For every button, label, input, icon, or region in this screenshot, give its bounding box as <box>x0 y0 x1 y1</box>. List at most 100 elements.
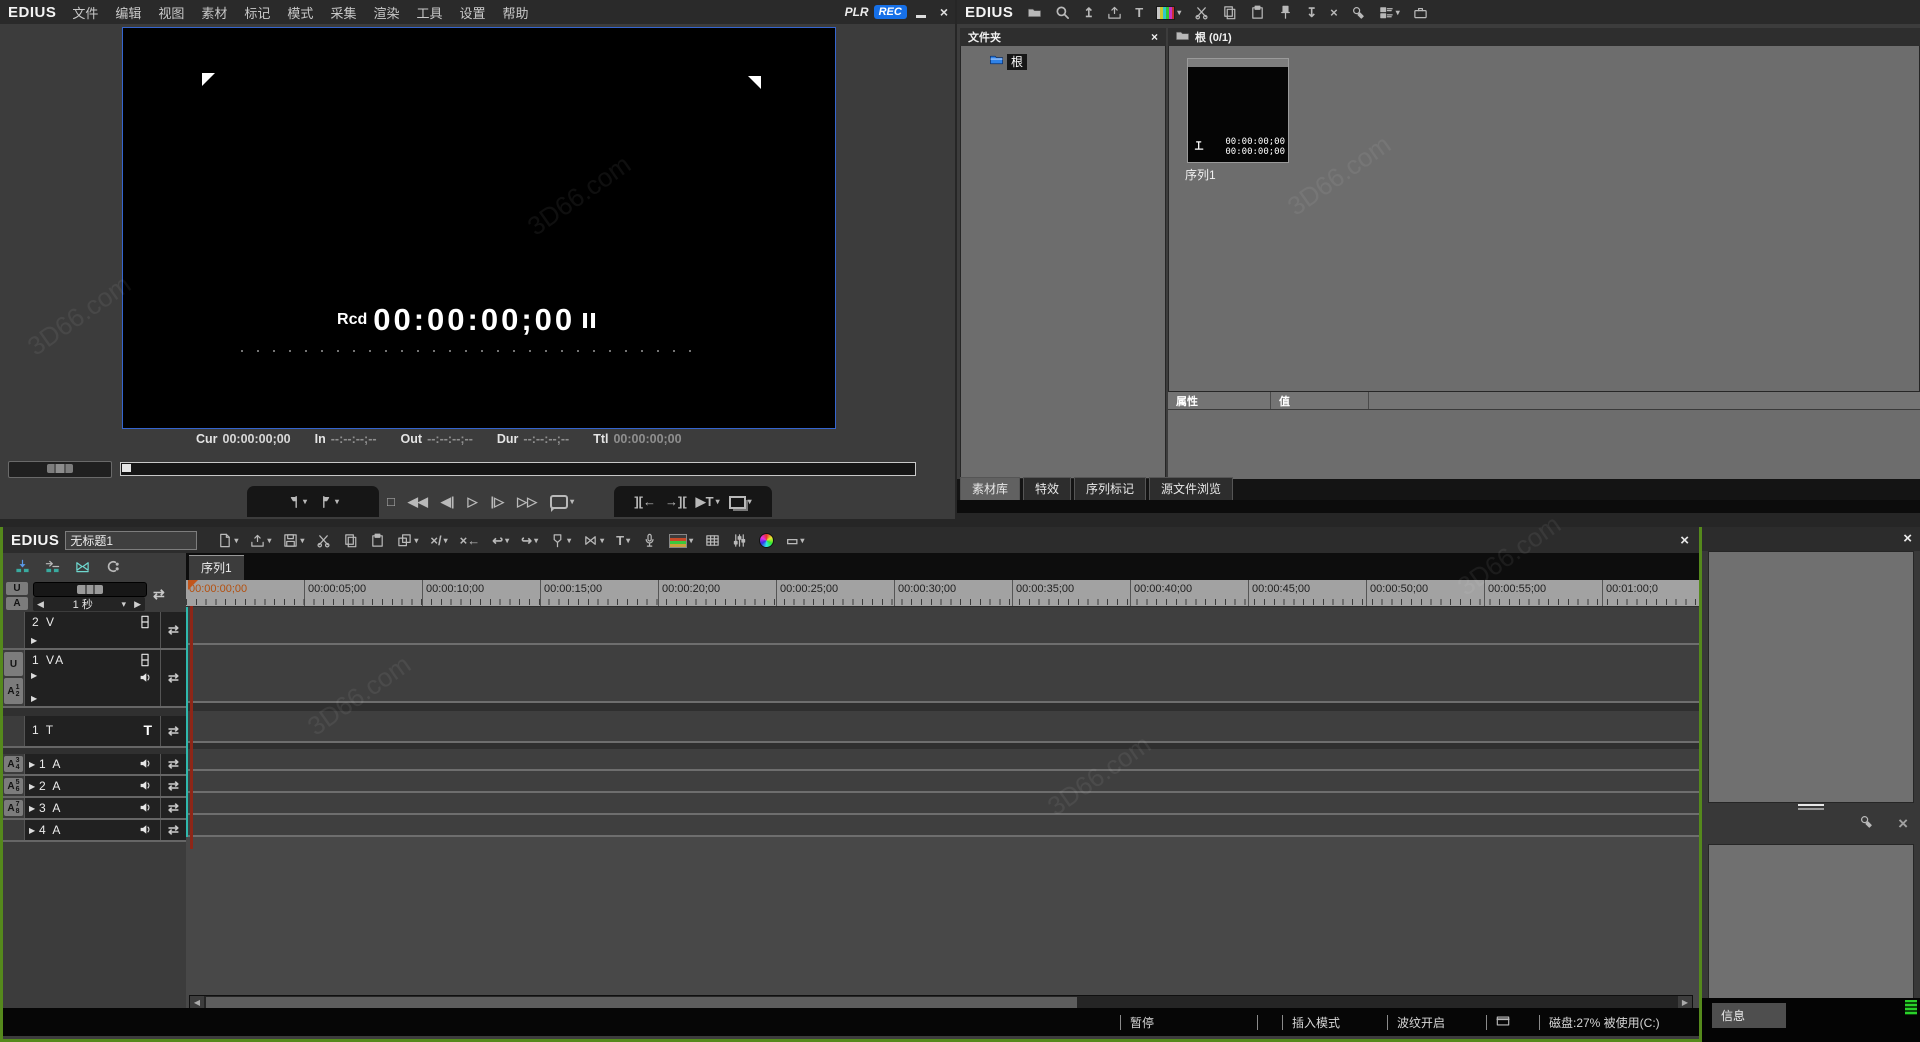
master-video-mute-button[interactable]: U <box>6 582 28 595</box>
display-mode-icon[interactable]: ▾ <box>729 494 752 509</box>
speaker-icon[interactable] <box>139 779 152 795</box>
menu-item-marker[interactable]: 标记 <box>244 3 270 22</box>
previous-frame-icon[interactable]: ◀| <box>441 494 455 509</box>
chevron-down-icon[interactable]: ▾ <box>444 533 448 548</box>
render-icon[interactable]: ▾ <box>669 533 693 548</box>
track-lane-1a[interactable] <box>188 749 1699 771</box>
swap-icon[interactable]: ⇄ <box>168 756 179 772</box>
position-bar[interactable] <box>120 462 916 476</box>
menu-item-mode[interactable]: 模式 <box>287 3 313 22</box>
create-colorbars-icon[interactable]: ▾ <box>1156 5 1181 20</box>
track-lane-2v[interactable] <box>188 607 1699 645</box>
create-title-icon[interactable]: T <box>1135 5 1143 20</box>
menu-item-capture[interactable]: 采集 <box>330 3 356 22</box>
audio-mixer-icon[interactable] <box>732 533 747 548</box>
chevron-down-icon[interactable]: ▾ <box>567 533 571 548</box>
chevron-down-icon[interactable]: ▾ <box>414 533 418 548</box>
consolidate-icon[interactable]: ↧ <box>1306 5 1317 20</box>
audio-channel-button[interactable]: A56 <box>4 778 23 794</box>
play-around-cursor-icon[interactable]: ▶T▾ <box>696 494 720 509</box>
properties-icon[interactable] <box>1351 5 1366 20</box>
chevron-down-icon[interactable]: ▾ <box>689 533 693 548</box>
menu-item-file[interactable]: 文件 <box>72 3 98 22</box>
copy-icon[interactable] <box>343 533 358 548</box>
menu-item-tools[interactable]: 工具 <box>416 3 442 22</box>
scale-prev-icon[interactable]: ◀ <box>33 599 48 610</box>
chevron-down-icon[interactable]: ▾ <box>800 533 804 548</box>
delete-icon[interactable]: × <box>1898 814 1908 834</box>
track-lane-1va[interactable] <box>188 645 1699 703</box>
chevron-down-icon[interactable]: ▾ <box>570 494 574 509</box>
menu-item-clip[interactable]: 素材 <box>201 3 227 22</box>
swap-icon[interactable]: ⇄ <box>168 622 179 638</box>
video-part-icon[interactable] <box>138 653 152 670</box>
undo-icon[interactable]: ↩▾ <box>492 533 509 548</box>
chevron-down-icon[interactable]: ▾ <box>748 494 752 509</box>
panel-layout-icon[interactable]: ▭▾ <box>786 533 804 548</box>
chevron-down-icon[interactable]: ▾ <box>716 494 720 509</box>
chevron-down-icon[interactable]: ▾ <box>626 533 630 548</box>
scrollbar-thumb[interactable] <box>206 997 1077 1008</box>
pin-icon[interactable] <box>1278 5 1293 20</box>
audio-channel-button[interactable]: A34 <box>4 756 23 772</box>
sequence-tab[interactable]: 序列1 <box>189 555 244 580</box>
cut-icon[interactable] <box>316 533 331 548</box>
chevron-down-icon[interactable]: ▾ <box>505 533 509 548</box>
chevron-down-icon[interactable]: ▾ <box>118 599 131 610</box>
redo-icon[interactable]: ↪▾ <box>521 533 538 548</box>
rec-button[interactable]: REC <box>874 5 907 19</box>
swap-icon[interactable]: ⇄ <box>168 800 179 816</box>
position-handle[interactable] <box>122 464 131 472</box>
search-icon[interactable] <box>1055 5 1070 20</box>
speaker-icon[interactable] <box>139 757 152 773</box>
swap-icon[interactable]: ⇄ <box>168 822 179 838</box>
swap-icon[interactable]: ⇄ <box>153 586 165 603</box>
shuttle-handle[interactable] <box>47 464 73 473</box>
shuttle-slider[interactable] <box>8 461 112 478</box>
menu-item-view[interactable]: 视图 <box>158 3 184 22</box>
multicam-icon[interactable] <box>705 533 720 548</box>
side-panel-top[interactable] <box>1708 551 1914 803</box>
open-project-icon[interactable]: ▾ <box>250 533 271 548</box>
speaker-icon[interactable] <box>139 801 152 817</box>
set-transition-icon[interactable]: ▾ <box>583 533 604 548</box>
track-header-2a[interactable]: A56▶2 A⇄ <box>3 776 186 798</box>
swap-icon[interactable]: ⇄ <box>168 778 179 794</box>
playhead-marker[interactable] <box>188 580 198 590</box>
chevron-down-icon[interactable]: ▾ <box>267 533 271 548</box>
minimize-icon[interactable] <box>916 15 926 18</box>
chevron-down-icon[interactable]: ▾ <box>335 494 339 509</box>
track-header-1a[interactable]: A34▶1 A⇄ <box>3 754 186 776</box>
paste-icon[interactable] <box>370 533 385 548</box>
track-header-4a[interactable]: ▶4 A⇄ <box>3 820 186 842</box>
scale-next-icon[interactable]: ▶ <box>130 599 145 610</box>
menu-item-help[interactable]: 帮助 <box>503 3 529 22</box>
video-mute-button[interactable]: U <box>4 652 23 676</box>
track-lane-2a[interactable] <box>188 771 1699 793</box>
speaker-icon[interactable] <box>139 823 152 839</box>
insert-mode-icon[interactable] <box>15 559 30 574</box>
add-cut-point-icon[interactable]: ▾ <box>550 533 571 548</box>
video-preview[interactable]: Rcd 00:00:00;00 <box>122 27 836 429</box>
track-lane-1t[interactable] <box>188 711 1699 743</box>
expand-icon[interactable]: ▶ <box>31 636 37 645</box>
chevron-down-icon[interactable]: ▾ <box>303 494 307 509</box>
tab-sequence-marks[interactable]: 序列标记 <box>1074 477 1146 500</box>
expand-icon[interactable]: ▶ <box>29 782 35 791</box>
play-step-icon[interactable]: |▷ <box>491 494 505 509</box>
color-correction-icon[interactable] <box>759 533 774 548</box>
speaker-icon[interactable] <box>139 671 152 687</box>
new-sequence-icon[interactable]: ▾ <box>217 533 238 548</box>
plr-button[interactable]: PLR <box>845 5 869 19</box>
menu-item-settings[interactable]: 设置 <box>459 3 485 22</box>
close-icon[interactable]: × <box>940 5 948 19</box>
tab-source-browser[interactable]: 源文件浏览 <box>1149 477 1233 500</box>
timeline-zoom-slider[interactable] <box>33 582 147 597</box>
swap-icon[interactable]: ⇄ <box>168 723 179 739</box>
expand-icon[interactable]: ▶ <box>29 760 35 769</box>
new-folder-icon[interactable] <box>1027 5 1042 20</box>
rewind-icon[interactable]: ◀◀ <box>408 494 428 509</box>
zoom-handle[interactable] <box>77 585 103 594</box>
goto-out-point-icon[interactable]: →][ <box>665 494 687 509</box>
chevron-down-icon[interactable]: ▾ <box>234 533 238 548</box>
